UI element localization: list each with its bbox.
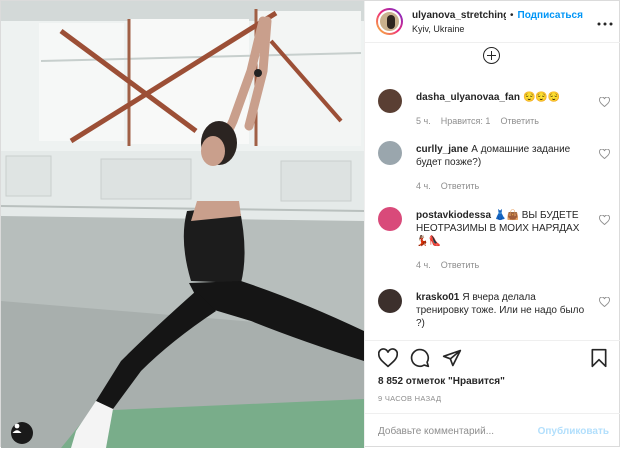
post-actions: 8 852 отметок "Нравится" 9 ЧАСОВ НАЗАД О… — [365, 340, 620, 448]
comment-time[interactable]: 5 ч. — [416, 116, 431, 126]
comment-icon[interactable] — [410, 348, 430, 368]
author-avatar[interactable] — [376, 8, 403, 35]
user-tag-icon — [12, 423, 22, 433]
comment-input[interactable] — [378, 426, 538, 437]
commenter-username[interactable]: curlly_jane — [416, 144, 468, 155]
commenter-username[interactable]: krasko01 — [416, 292, 459, 303]
author-username[interactable]: ulyanova_stretching — [412, 10, 506, 21]
commenter-username[interactable]: dasha_ulyanovaa_fan — [416, 92, 520, 103]
comment-time[interactable]: 4 ч. — [416, 181, 431, 191]
comment-heart-icon[interactable] — [599, 97, 610, 107]
post-photo[interactable] — [1, 1, 364, 448]
likes-count[interactable]: 8 852 отметок "Нравится" — [378, 376, 505, 387]
separator-dot: • — [510, 9, 514, 21]
commenter-username[interactable]: postavkiodessa — [416, 210, 491, 221]
commenter-avatar[interactable] — [378, 141, 402, 165]
commenter-avatar[interactable] — [378, 89, 402, 113]
comment-heart-icon[interactable] — [599, 149, 610, 159]
bookmark-icon[interactable] — [589, 348, 609, 368]
more-options-button[interactable] — [597, 13, 613, 29]
follow-button[interactable]: Подписаться — [518, 10, 583, 21]
more-horizontal-icon — [597, 22, 613, 26]
reply-button[interactable]: Ответить — [500, 116, 538, 126]
reply-button[interactable]: Ответить — [441, 260, 479, 270]
share-icon[interactable] — [442, 348, 462, 368]
comment-heart-icon[interactable] — [599, 215, 610, 225]
reply-button[interactable]: Ответить — [441, 181, 479, 191]
post-location[interactable]: Kyiv, Ukraine — [412, 24, 612, 34]
publish-button[interactable]: Опубликовать — [538, 426, 609, 437]
comment-heart-icon[interactable] — [599, 297, 610, 307]
comment-text: 😌😌😌 — [522, 92, 561, 103]
commenter-avatar[interactable] — [378, 207, 402, 231]
post-side-panel: ulyanova_stretching • Подписаться Kyiv, … — [364, 1, 620, 448]
comment-likes[interactable]: Нравится: 1 — [441, 116, 491, 126]
add-comment-bar: Опубликовать — [365, 413, 620, 449]
instagram-post: ulyanova_stretching • Подписаться Kyiv, … — [0, 0, 620, 448]
plus-circle-icon[interactable] — [483, 47, 500, 64]
comments-list: dasha_ulyanovaa_fan 😌😌😌 5 ч. Нравится: 1 … — [365, 43, 620, 340]
commenter-avatar[interactable] — [378, 289, 402, 313]
comment-time[interactable]: 4 ч. — [416, 260, 431, 270]
post-header: ulyanova_stretching • Подписаться Kyiv, … — [365, 1, 620, 43]
heart-icon[interactable] — [378, 348, 398, 368]
post-timestamp[interactable]: 9 ЧАСОВ НАЗАД — [378, 394, 441, 403]
photo-illustration — [1, 1, 364, 448]
user-tag-button[interactable] — [11, 422, 33, 444]
